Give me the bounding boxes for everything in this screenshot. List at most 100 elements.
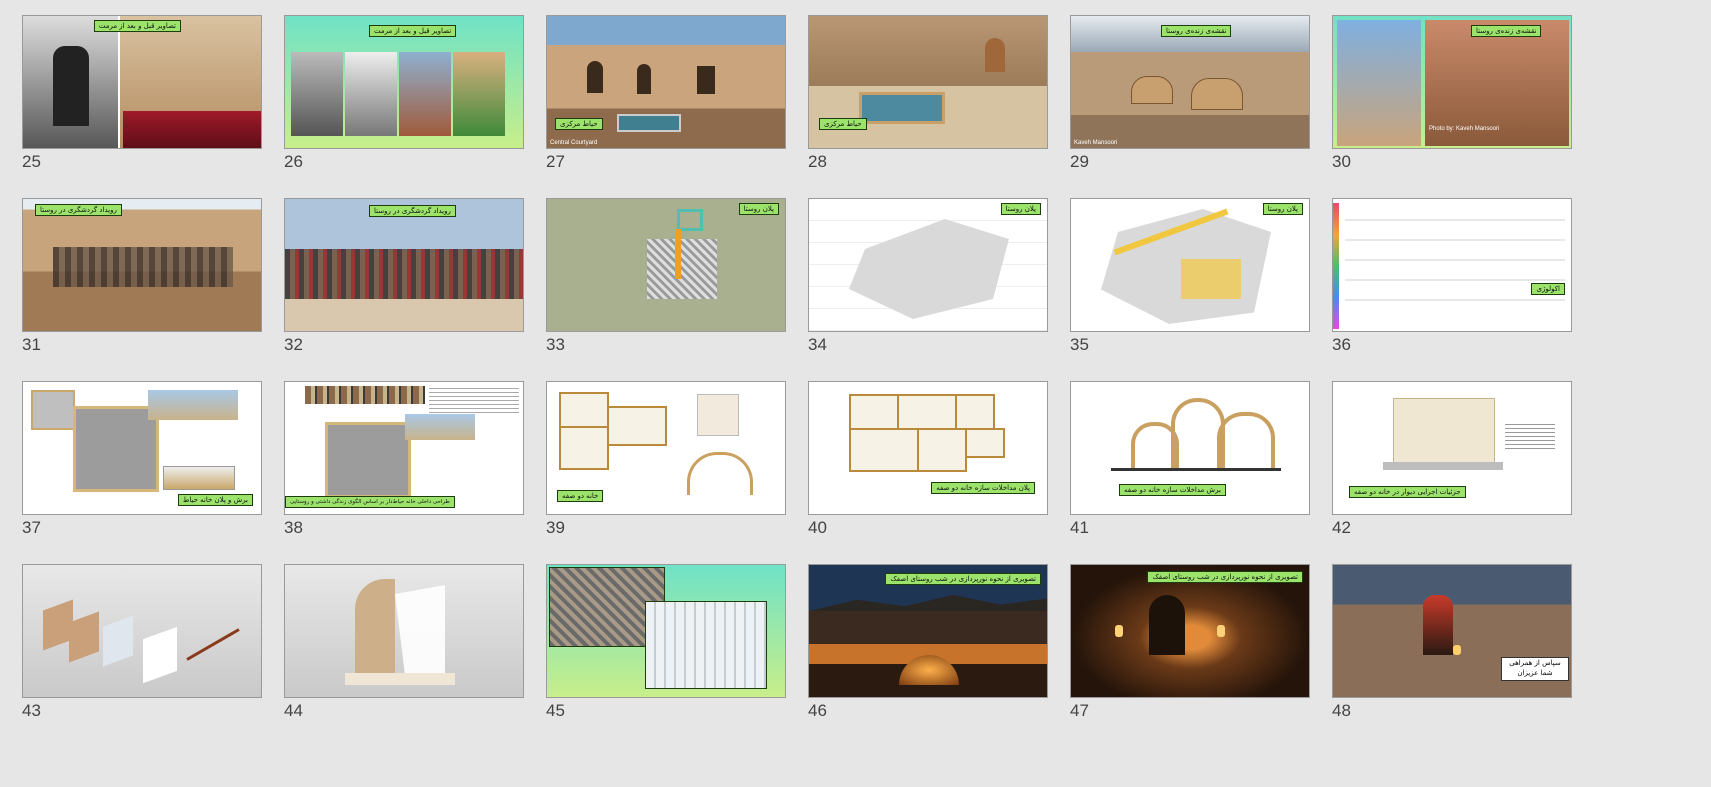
- section-render: [163, 466, 235, 490]
- slide-number: 41: [1070, 518, 1089, 537]
- slide-thumbnail-45[interactable]: [546, 564, 786, 698]
- photo-credit: Kaveh Mansoori: [1074, 140, 1118, 146]
- slide-thumbnail-44[interactable]: [284, 564, 524, 698]
- thank-you-card: سپاس از همراهی شما عزیزان: [1501, 657, 1569, 681]
- house-plan: [73, 406, 159, 492]
- 3d-model-render: [645, 601, 767, 689]
- slide-thumbnail-43[interactable]: [22, 564, 262, 698]
- slide-number: 31: [22, 335, 41, 354]
- slide-caption: پلان روستا: [1000, 203, 1041, 215]
- slide-thumbnail-41[interactable]: برش مداخلات سازه خانه دو صفه: [1070, 381, 1310, 515]
- slide-thumbnail-48[interactable]: سپاس از همراهی شما عزیزان: [1332, 564, 1572, 698]
- lantern: [1453, 645, 1461, 655]
- slide-number: 46: [808, 701, 827, 720]
- slide-thumbnail-47[interactable]: تصویری از نحوه نورپردازی در شب روستای اص…: [1070, 564, 1310, 698]
- panel-layer: [143, 626, 177, 684]
- slide-caption: نقشه‌ی زنده‌ی روستا: [1471, 25, 1542, 37]
- photo-1: [291, 52, 343, 136]
- foundation: [1383, 462, 1503, 470]
- photo-credit: Photo by: Kaveh Mansoori: [1429, 126, 1500, 132]
- photo-2: [345, 52, 397, 136]
- wooden-door: [985, 38, 1005, 72]
- slide-number: 35: [1070, 335, 1089, 354]
- mountains: [809, 595, 1047, 611]
- dome-house: [1131, 76, 1173, 104]
- wall-detail: [1393, 398, 1495, 466]
- slide-number: 38: [284, 518, 303, 537]
- pool: [859, 92, 945, 124]
- slide-caption: برش مداخلات سازه خانه دو صفه: [1119, 484, 1226, 496]
- lantern: [1217, 625, 1225, 637]
- wall-detail: [697, 394, 739, 436]
- rod: [186, 628, 240, 661]
- slide-number: 36: [1332, 335, 1351, 354]
- arch-photo: [1337, 20, 1421, 146]
- membrane-layer: [103, 615, 133, 667]
- slide-thumbnail-46[interactable]: تصویری از نحوه نورپردازی در شب روستای اص…: [808, 564, 1048, 698]
- slide-caption: رویداد گردشگری در روستا: [35, 204, 122, 216]
- slide-thumbnail-36[interactable]: اکولوژی: [1332, 198, 1572, 332]
- slide-thumbnail-27[interactable]: حیاط مرکزی Central Courtyard: [546, 15, 786, 149]
- slide-caption: رویداد گردشگری در روستا: [369, 205, 456, 217]
- slide-thumbnail-38[interactable]: طراحی داخلی خانه حیاط‌دار بر اساس الگوی …: [284, 381, 524, 515]
- material-palette: [305, 386, 425, 404]
- slide-thumbnail-32[interactable]: رویداد گردشگری در روستا: [284, 198, 524, 332]
- window-arch: [637, 64, 651, 94]
- slide-thumbnail-30[interactable]: نقشه‌ی زنده‌ی روستا Photo by: Kaveh Mans…: [1332, 15, 1572, 149]
- tunnel-arch: [1149, 595, 1185, 655]
- group-of-people: [53, 247, 233, 287]
- group-of-people: [285, 249, 523, 299]
- slide-number: 27: [546, 152, 565, 171]
- slide-caption: تصویری از نحوه نورپردازی در شب روستای اص…: [885, 573, 1041, 585]
- slide-thumbnail-31[interactable]: رویداد گردشگری در روستا: [22, 198, 262, 332]
- slide-thumbnail-33[interactable]: پلان روستا: [546, 198, 786, 332]
- slide-thumbnail-40[interactable]: پلان مداخلات سازه خانه دو صفه: [808, 381, 1048, 515]
- slide-thumbnail-26[interactable]: تصاویر قبل و بعد از مرمت: [284, 15, 524, 149]
- slide-number: 34: [808, 335, 827, 354]
- annotation-text: [1505, 422, 1555, 452]
- slide-caption: برش و پلان خانه حیاط: [177, 494, 253, 506]
- slide-thumbnail-25[interactable]: تصاویر قبل و بعد از مرمت: [22, 15, 262, 149]
- slide-number: 28: [808, 152, 827, 171]
- courtyard-wall: [809, 16, 1047, 86]
- highlight-box: [677, 209, 703, 231]
- room-render: [31, 390, 75, 430]
- route: [675, 229, 681, 279]
- section-render: [405, 414, 475, 440]
- plaster-layer: [395, 585, 445, 675]
- slide-caption: نقشه‌ی زنده‌ی روستا: [1161, 25, 1232, 37]
- slide-number: 37: [22, 518, 41, 537]
- slide-thumbnail-28[interactable]: حیاط مرکزی: [808, 15, 1048, 149]
- photo-credit: Central Courtyard: [550, 140, 598, 146]
- slide-thumbnail-42[interactable]: جزئیات اجرایی دیوار در خانه دو صفه: [1332, 381, 1572, 515]
- slide-number: 39: [546, 518, 565, 537]
- slide-thumbnail-34[interactable]: پلان روستا: [808, 198, 1048, 332]
- slide-caption: تصاویر قبل و بعد از مرمت: [93, 20, 181, 32]
- pool: [617, 114, 681, 132]
- slide-number: 26: [284, 152, 303, 171]
- text-block: [429, 386, 519, 416]
- ground-line: [1111, 468, 1281, 471]
- slide-caption: خانه دو صفه: [557, 490, 604, 502]
- slide-thumbnail-37[interactable]: برش و پلان خانه حیاط: [22, 381, 262, 515]
- slide-number: 44: [284, 701, 303, 720]
- room: [897, 394, 957, 430]
- slide-number: 32: [284, 335, 303, 354]
- slide-caption: پلان مداخلات سازه خانه دو صفه: [931, 482, 1035, 494]
- slide-thumbnail-29[interactable]: نقشه‌ی زنده‌ی روستا Kaveh Mansoori: [1070, 15, 1310, 149]
- slide-thumbnail-35[interactable]: پلان روستا: [1070, 198, 1310, 332]
- village-plan: [647, 239, 717, 299]
- slide-number: 42: [1332, 518, 1351, 537]
- house-plan: [325, 422, 411, 498]
- slide-caption: پلان روستا: [1262, 203, 1303, 215]
- diagram-grid: [1345, 207, 1565, 319]
- lit-dome: [899, 655, 959, 685]
- slide-caption: جزئیات اجرایی دیوار در خانه دو صفه: [1349, 486, 1466, 498]
- room: [849, 394, 899, 430]
- section-arch: [687, 452, 753, 495]
- section-render: [148, 390, 238, 420]
- photo-4: [453, 52, 505, 136]
- dome-house: [1191, 78, 1243, 110]
- room: [559, 426, 609, 470]
- slide-thumbnail-39[interactable]: خانه دو صفه: [546, 381, 786, 515]
